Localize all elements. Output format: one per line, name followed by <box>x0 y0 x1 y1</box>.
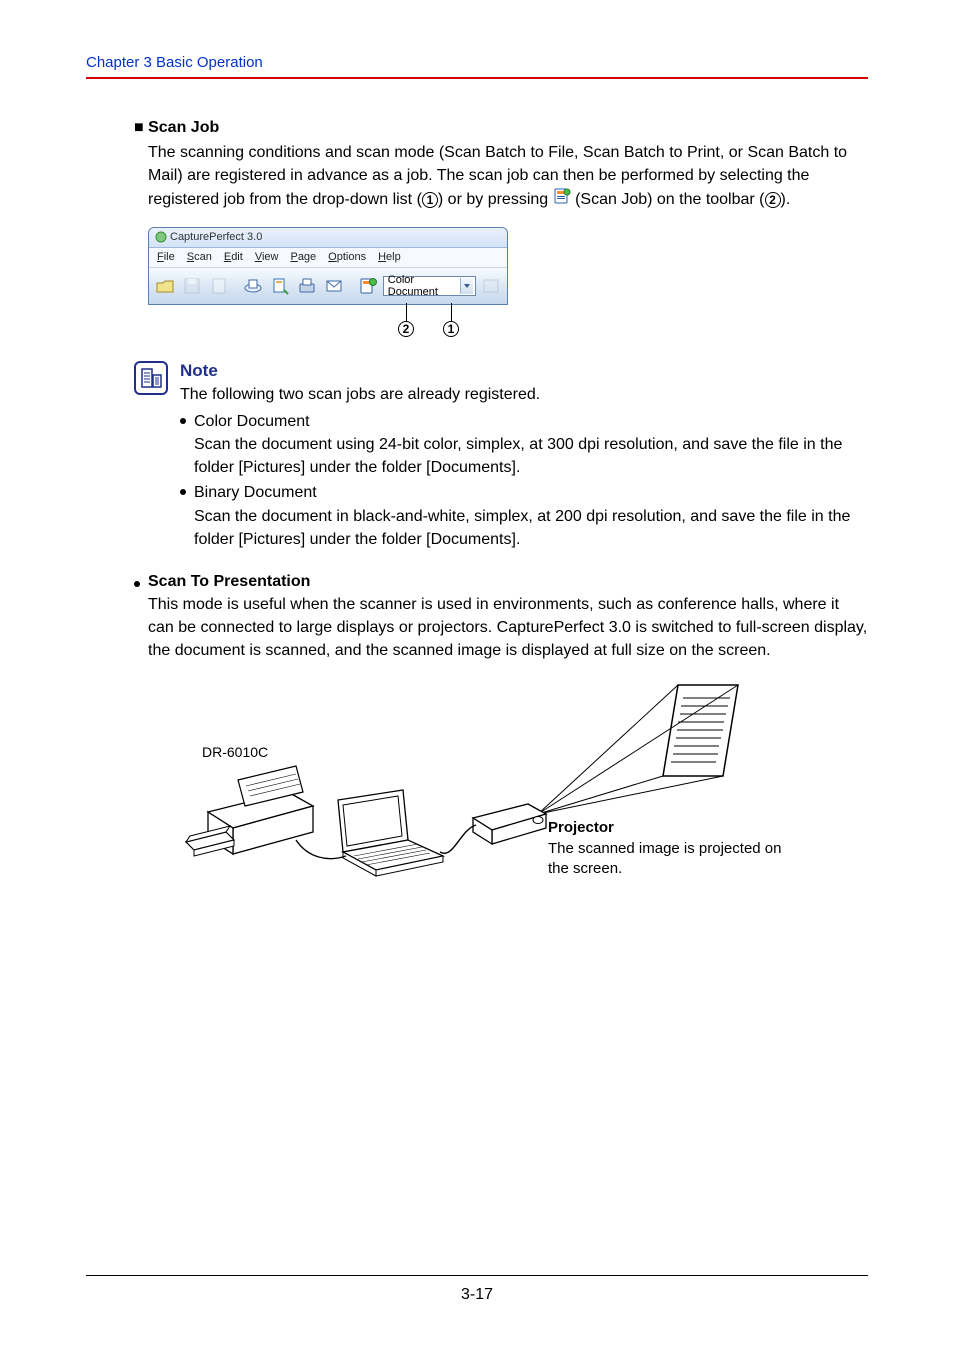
bullet-icon <box>134 581 140 587</box>
header-rule <box>86 77 868 79</box>
callout-2-inline: 2 <box>765 192 781 208</box>
toolbar-scan-button[interactable] <box>241 273 266 299</box>
scan-job-desc-mid1: ) or by pressing <box>438 191 553 208</box>
menubar[interactable]: File Scan Edit View Page Options Help <box>149 248 507 268</box>
toolbar-scan-job-button[interactable] <box>356 273 381 299</box>
app-screenshot: CapturePerfect 3.0 File Scan Edit View P… <box>148 227 508 305</box>
scan-job-heading: ■ Scan Job <box>134 119 868 137</box>
app-icon <box>155 231 167 243</box>
menu-file[interactable]: File <box>157 251 175 264</box>
note-item-2-title: Binary Document <box>194 484 317 501</box>
callout-label-2: 2 <box>398 321 414 337</box>
dropdown-arrow-icon[interactable] <box>460 278 473 294</box>
stp-title: Scan To Presentation <box>148 573 310 591</box>
toolbar-scan-to-print-button[interactable] <box>295 273 320 299</box>
menu-page[interactable]: Page <box>290 251 316 264</box>
screenshot-callouts: 1 2 <box>148 307 508 343</box>
diagram-projector-title: Projector <box>548 819 614 836</box>
menu-help[interactable]: Help <box>378 251 401 264</box>
note-item-2-desc: Scan the document in black-and-white, si… <box>194 508 850 548</box>
menu-options[interactable]: Options <box>328 251 366 264</box>
menu-view[interactable]: View <box>255 251 279 264</box>
chapter-header: Chapter 3 Basic Operation <box>86 54 868 71</box>
diagram-projector-label: Projector The scanned image is projected… <box>548 818 788 879</box>
callout-label-1: 1 <box>443 321 459 337</box>
toolbar-doc-button <box>207 273 232 299</box>
window-titlebar: CapturePerfect 3.0 <box>149 228 507 248</box>
note-item-1-title: Color Document <box>194 413 310 430</box>
job-dropdown-value: Color Document <box>388 274 461 298</box>
menu-scan[interactable]: Scan <box>187 251 212 264</box>
scan-job-title: Scan Job <box>148 119 219 136</box>
callout-1-inline: 1 <box>422 192 438 208</box>
stp-desc: This mode is useful when the scanner is … <box>134 593 868 663</box>
page-number: 3-17 <box>86 1286 868 1304</box>
scan-job-desc-end: ). <box>781 191 791 208</box>
diagram-projector-desc: The scanned image is projected on the sc… <box>548 840 781 877</box>
bullet-icon <box>180 489 186 495</box>
note-title: Note <box>180 361 868 381</box>
footer-rule <box>86 1275 868 1276</box>
menu-edit[interactable]: Edit <box>224 251 243 264</box>
scan-job-icon-inline <box>553 187 571 212</box>
scan-job-desc-mid2: (Scan Job) on the toolbar ( <box>571 191 765 208</box>
diagram-scanner-label: DR-6010C <box>202 744 268 760</box>
job-dropdown[interactable]: Color Document <box>383 276 476 296</box>
toolbar: Color Document <box>149 268 507 304</box>
toolbar-last-button <box>478 273 503 299</box>
scan-job-desc: The scanning conditions and scan mode (S… <box>134 141 868 213</box>
note-block: Note The following two scan jobs are alr… <box>134 361 868 551</box>
toolbar-save-button <box>180 273 205 299</box>
bullet-icon <box>180 418 186 424</box>
presentation-diagram: DR-6010C Projector The scanned image is … <box>148 680 788 910</box>
toolbar-open-button[interactable] <box>153 273 178 299</box>
note-intro: The following two scan jobs are already … <box>180 383 868 406</box>
window-title: CapturePerfect 3.0 <box>170 231 262 243</box>
toolbar-scan-to-file-button[interactable] <box>268 273 293 299</box>
toolbar-scan-to-mail-button[interactable] <box>321 273 346 299</box>
note-item-1-desc: Scan the document using 24-bit color, si… <box>194 436 842 476</box>
note-icon <box>134 361 168 395</box>
